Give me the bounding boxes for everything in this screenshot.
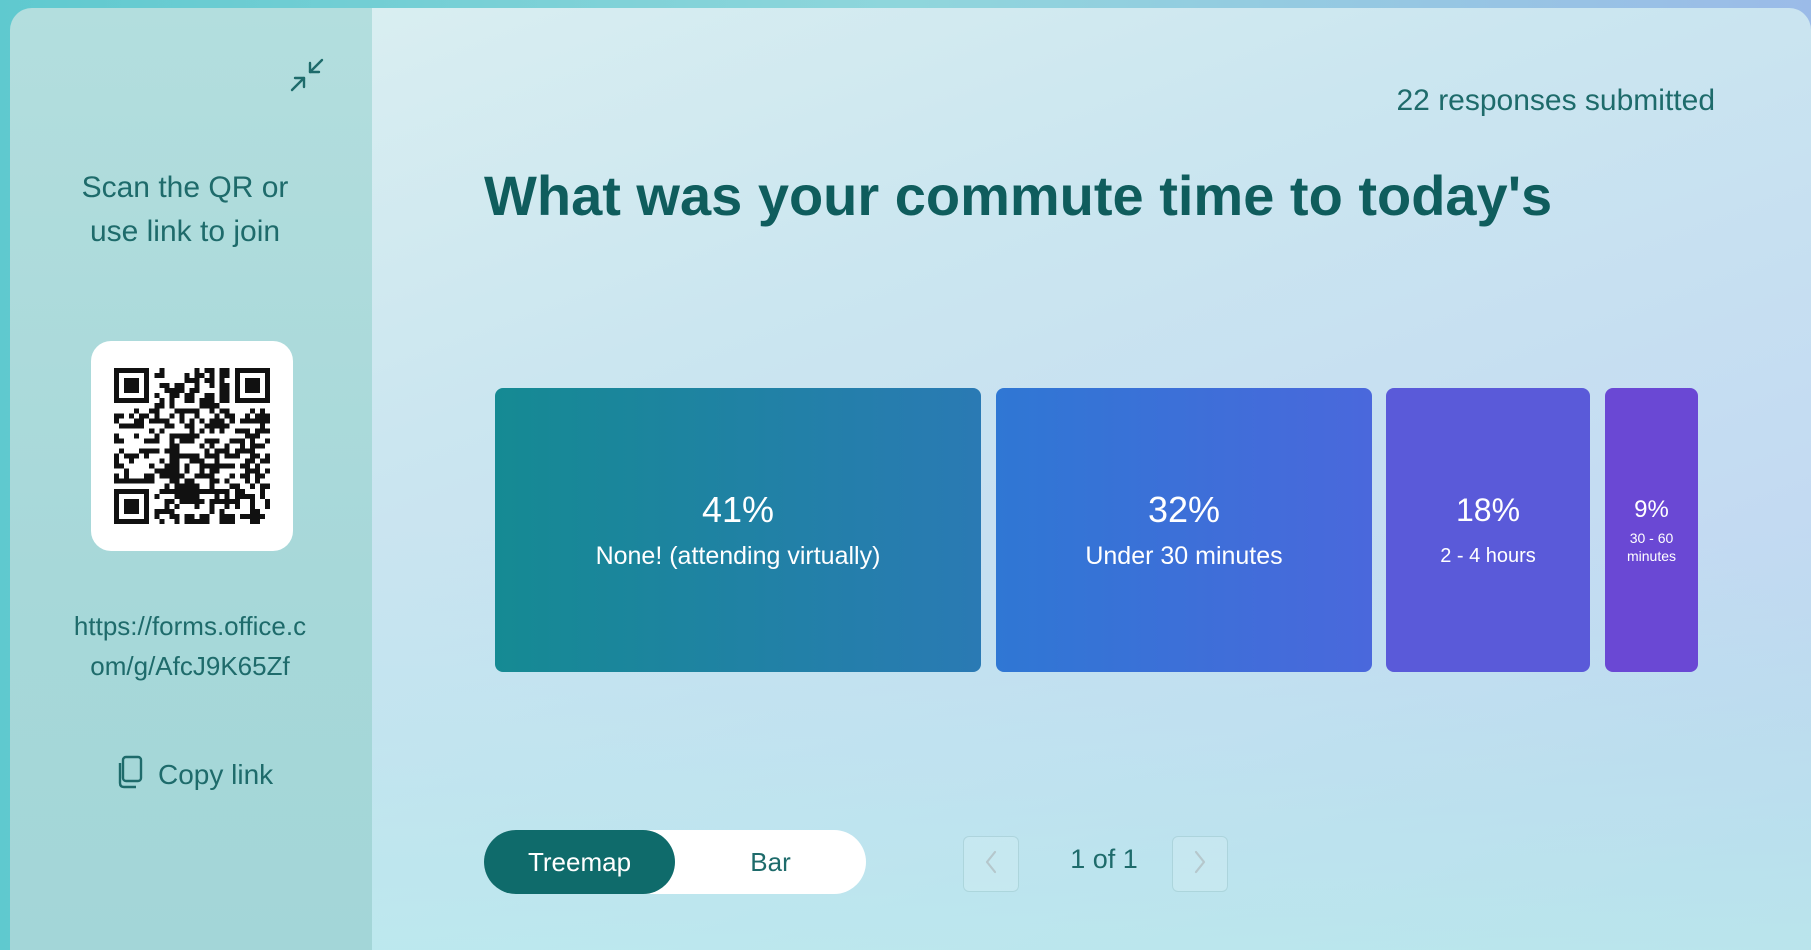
tile-percent: 32% — [1147, 489, 1221, 530]
treemap-tile: 9% 30 - 60 minutes — [1605, 388, 1698, 672]
tile-label: None! (attending virtually) — [595, 542, 881, 570]
chart-view-toggle: Treemap Bar — [484, 830, 866, 894]
treemap-tile: 41% None! (attending virtually) — [495, 388, 981, 672]
join-sidebar: Scan the QR or use link to join https://… — [10, 8, 372, 950]
join-link[interactable]: https://forms.office.com/g/AfcJ9K65Zf — [70, 606, 310, 686]
results-panel: 22 responses submitted What was your com… — [372, 8, 1811, 950]
qr-code-card — [91, 341, 293, 551]
tile-percent: 41% — [701, 489, 775, 530]
copy-link-button[interactable]: Copy link — [116, 753, 273, 797]
tile-label: 2 - 4 hours — [1440, 545, 1536, 567]
next-page-button[interactable] — [1172, 836, 1228, 892]
treemap-tile: 32% Under 30 minutes — [996, 388, 1372, 672]
bar-view-button[interactable]: Bar — [675, 830, 866, 894]
tile-label: Under 30 minutes — [1085, 542, 1283, 570]
treemap-tile: 18% 2 - 4 hours — [1386, 388, 1590, 672]
chevron-right-icon — [1190, 848, 1210, 881]
tile-percent: 9% — [1634, 496, 1669, 523]
treemap-view-button[interactable]: Treemap — [484, 830, 675, 894]
copy-link-label: Copy link — [158, 759, 274, 790]
chevron-left-icon — [981, 848, 1001, 881]
collapse-button[interactable] — [282, 52, 332, 102]
previous-page-button[interactable] — [963, 836, 1019, 892]
join-instructions: Scan the QR or use link to join — [81, 171, 289, 248]
question-title: What was your commute time to today's — [484, 164, 1553, 227]
collapse-icon — [288, 56, 326, 99]
copy-icon — [116, 755, 146, 796]
app-window: Scan the QR or use link to join https://… — [10, 8, 1811, 950]
tile-percent: 18% — [1455, 492, 1521, 528]
tile-label: 30 - 60 minutes — [1626, 530, 1677, 564]
qr-code — [114, 368, 270, 524]
responses-count: 22 responses submitted — [1396, 84, 1715, 117]
page-indicator: 1 of 1 — [1070, 844, 1138, 874]
